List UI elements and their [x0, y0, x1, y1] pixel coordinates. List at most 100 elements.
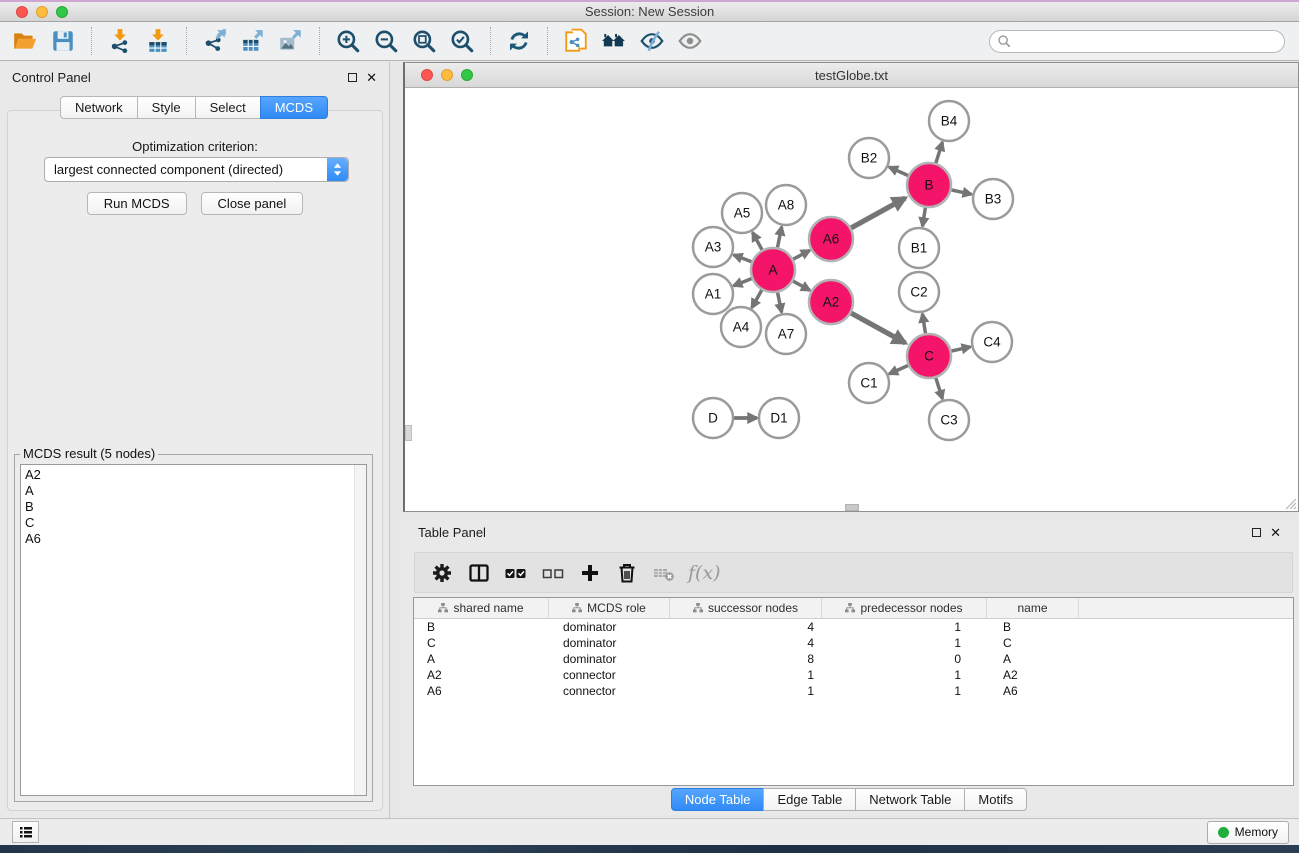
- delete-table-icon[interactable]: [645, 557, 682, 589]
- node-A8[interactable]: A8: [766, 185, 806, 225]
- run-mcds-button[interactable]: Run MCDS: [87, 192, 187, 215]
- deselect-all-icon[interactable]: [534, 557, 571, 589]
- column-header-MCDS-role[interactable]: MCDS role: [549, 598, 670, 618]
- tab-motifs[interactable]: Motifs: [964, 788, 1027, 811]
- table-cell: 8: [670, 652, 822, 666]
- result-item[interactable]: A: [25, 483, 366, 499]
- tab-edge-table[interactable]: Edge Table: [763, 788, 856, 811]
- criterion-dropdown[interactable]: largest connected component (directed): [44, 157, 349, 182]
- table-toolbar: f(x): [414, 552, 1293, 593]
- right-area: testGlobe.txt B4 B2 B B3 A5A8 A6 A3 A B1 A1 A2 C2 A4…: [400, 62, 1299, 818]
- import-table-icon[interactable]: [139, 25, 177, 57]
- network-graph[interactable]: B4 B2 B B3 A5A8 A6 A3 A B1 A1 A2 C2 A4A7 C4 C C1 D D1 C3: [405, 88, 1298, 511]
- node-A2[interactable]: A2: [809, 280, 853, 324]
- task-history-button[interactable]: [12, 821, 39, 843]
- export-image-icon[interactable]: [272, 25, 310, 57]
- node-A1[interactable]: A1: [693, 274, 733, 314]
- resize-grip-icon[interactable]: [1285, 498, 1297, 510]
- export-network-icon[interactable]: [196, 25, 234, 57]
- tab-style[interactable]: Style: [137, 96, 196, 119]
- node-A5[interactable]: A5: [722, 193, 762, 233]
- tab-mcds[interactable]: MCDS: [260, 96, 328, 119]
- tab-network[interactable]: Network: [60, 96, 138, 119]
- node-table[interactable]: shared nameMCDS rolesuccessor nodesprede…: [413, 597, 1294, 786]
- table-cell: dominator: [549, 636, 670, 650]
- split-table-icon[interactable]: [460, 557, 497, 589]
- memory-button[interactable]: Memory: [1207, 821, 1289, 844]
- home-icon[interactable]: [595, 25, 633, 57]
- node-D1[interactable]: D1: [759, 398, 799, 438]
- table-cell: C: [987, 636, 1079, 650]
- result-item[interactable]: C: [25, 515, 366, 531]
- network-from-file-icon[interactable]: [557, 25, 595, 57]
- svg-text:A2: A2: [823, 295, 840, 310]
- table-cell: A2: [414, 668, 549, 682]
- node-A[interactable]: A: [751, 248, 795, 292]
- node-C4[interactable]: C4: [972, 322, 1012, 362]
- close-panel-icon[interactable]: ✕: [366, 71, 377, 84]
- show-panels-icon[interactable]: [671, 25, 709, 57]
- node-C2[interactable]: C2: [899, 272, 939, 312]
- node-B[interactable]: B: [907, 163, 951, 207]
- node-A7[interactable]: A7: [766, 314, 806, 354]
- close-panel-button[interactable]: Close panel: [201, 192, 304, 215]
- node-A4[interactable]: A4: [721, 307, 761, 347]
- zoom-selected-icon[interactable]: [443, 25, 481, 57]
- zoom-out-icon[interactable]: [367, 25, 405, 57]
- node-B2[interactable]: B2: [849, 138, 889, 178]
- search-icon: [997, 34, 1011, 53]
- svg-text:D1: D1: [770, 411, 787, 426]
- result-item[interactable]: A2: [25, 467, 366, 483]
- network-window-titlebar: testGlobe.txt: [405, 63, 1298, 88]
- node-B3[interactable]: B3: [973, 179, 1013, 219]
- zoom-in-icon[interactable]: [329, 25, 367, 57]
- node-C[interactable]: C: [907, 334, 951, 378]
- add-column-icon[interactable]: [571, 557, 608, 589]
- table-row[interactable]: Adominator80A: [414, 651, 1293, 667]
- open-session-icon[interactable]: [6, 25, 44, 57]
- node-D[interactable]: D: [693, 398, 733, 438]
- result-item[interactable]: B: [25, 499, 366, 515]
- table-row[interactable]: A2connector11A2: [414, 667, 1293, 683]
- save-session-icon[interactable]: [44, 25, 82, 57]
- node-C1[interactable]: C1: [849, 363, 889, 403]
- main-area: Control Panel ✕ NetworkStyleSelectMCDS O…: [0, 62, 1299, 818]
- network-canvas[interactable]: B4 B2 B B3 A5A8 A6 A3 A B1 A1 A2 C2 A4A7 C4 C C1 D D1 C3: [405, 88, 1298, 511]
- column-header-shared-name[interactable]: shared name: [414, 598, 549, 618]
- toolbar-separator: [91, 27, 92, 55]
- search-input[interactable]: [989, 30, 1285, 53]
- canvas-hscroll-thumb[interactable]: [845, 504, 859, 511]
- table-cell: A6: [987, 684, 1079, 698]
- node-C3[interactable]: C3: [929, 400, 969, 440]
- table-row[interactable]: A6connector11A6: [414, 683, 1293, 699]
- node-B1[interactable]: B1: [899, 228, 939, 268]
- node-B4[interactable]: B4: [929, 101, 969, 141]
- float-panel-icon[interactable]: [348, 73, 357, 82]
- float-table-panel-icon[interactable]: [1252, 528, 1261, 537]
- column-header-successor-nodes[interactable]: successor nodes: [670, 598, 822, 618]
- refresh-icon[interactable]: [500, 25, 538, 57]
- export-table-icon[interactable]: [234, 25, 272, 57]
- table-row[interactable]: Bdominator41B: [414, 619, 1293, 635]
- node-A3[interactable]: A3: [693, 227, 733, 267]
- svg-text:A6: A6: [823, 232, 840, 247]
- tab-network-table[interactable]: Network Table: [855, 788, 965, 811]
- delete-icon[interactable]: [608, 557, 645, 589]
- column-header-name[interactable]: name: [987, 598, 1079, 618]
- mcds-result-list[interactable]: A2ABCA6: [20, 464, 367, 796]
- import-network-icon[interactable]: [101, 25, 139, 57]
- canvas-vscroll-thumb[interactable]: [405, 425, 412, 441]
- node-A6[interactable]: A6: [809, 217, 853, 261]
- zoom-fit-icon[interactable]: [405, 25, 443, 57]
- column-header-predecessor-nodes[interactable]: predecessor nodes: [822, 598, 987, 618]
- tab-select[interactable]: Select: [195, 96, 261, 119]
- select-all-icon[interactable]: [497, 557, 534, 589]
- result-item[interactable]: A6: [25, 531, 366, 547]
- close-table-panel-icon[interactable]: ✕: [1270, 526, 1281, 539]
- tab-node-table[interactable]: Node Table: [671, 788, 765, 811]
- hide-panels-icon[interactable]: [633, 25, 671, 57]
- table-row[interactable]: Cdominator41C: [414, 635, 1293, 651]
- result-scrollbar[interactable]: [354, 465, 366, 795]
- table-settings-gear-icon[interactable]: [423, 557, 460, 589]
- function-builder-icon[interactable]: f(x): [688, 562, 721, 584]
